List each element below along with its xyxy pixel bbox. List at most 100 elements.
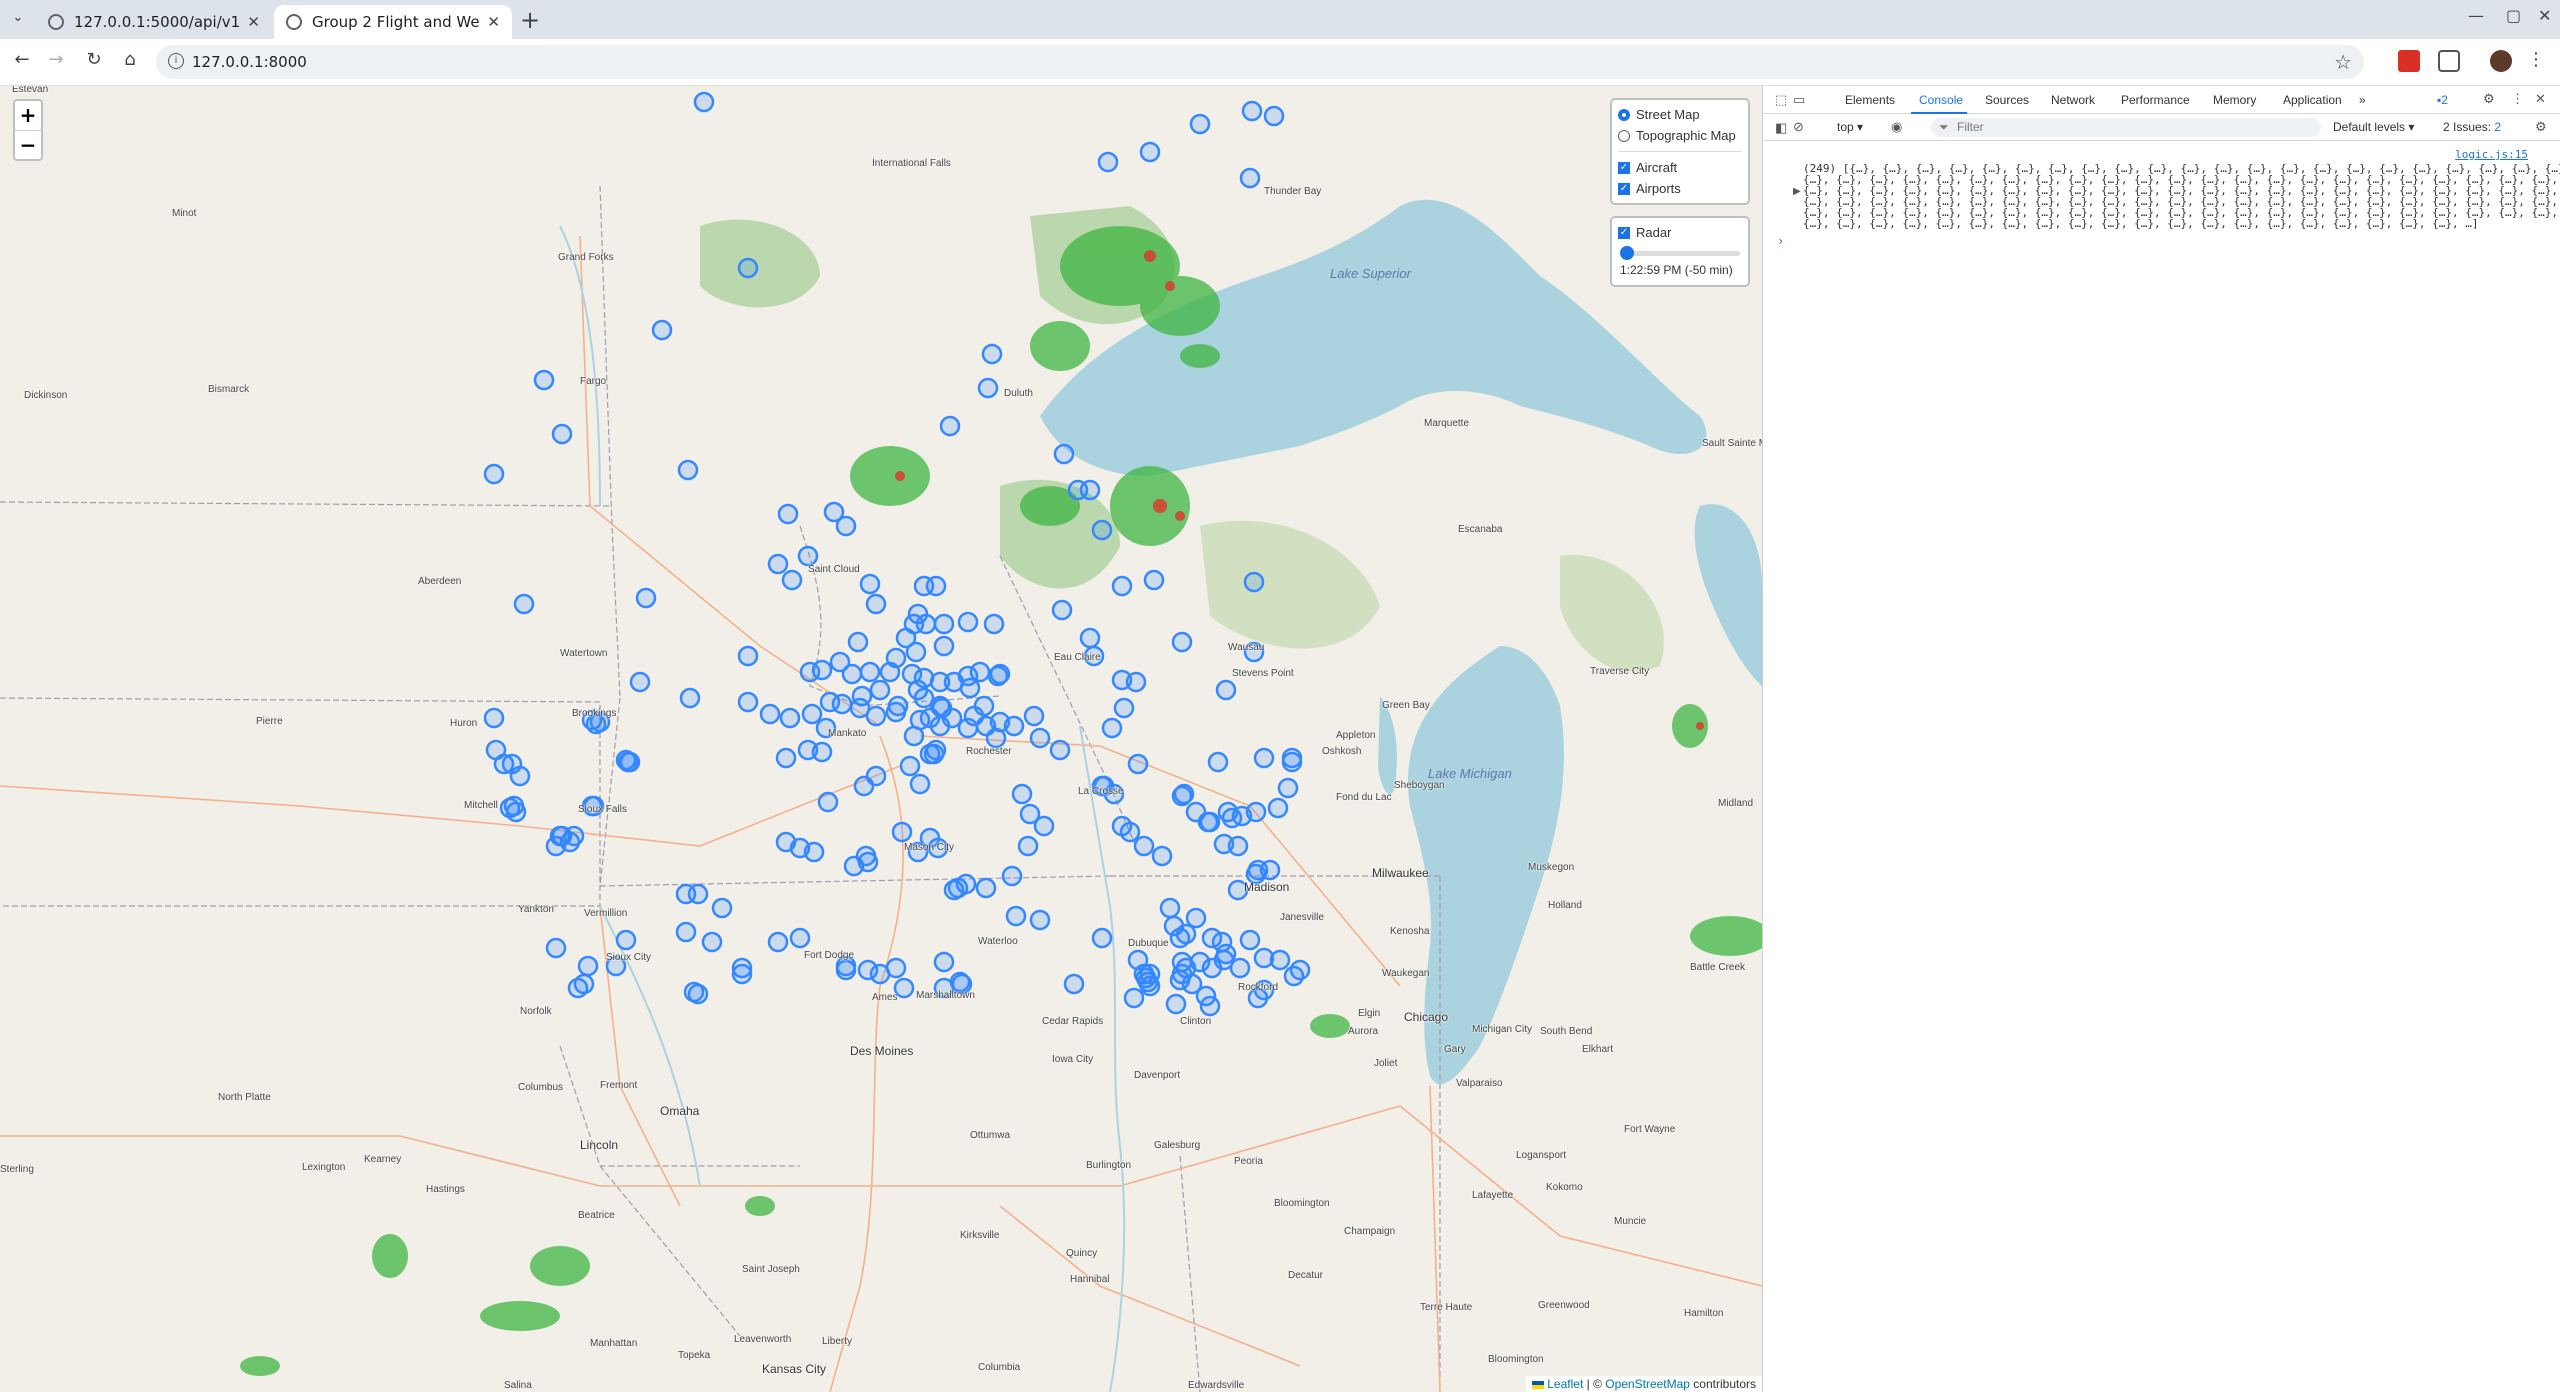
aircraft-marker[interactable]	[789, 927, 811, 949]
console-filter-input[interactable]: ⏷ Filter	[1931, 118, 2321, 137]
aircraft-marker[interactable]	[651, 319, 673, 341]
tab-console[interactable]: Console	[1919, 93, 1963, 107]
zoom-in-button[interactable]: +	[15, 101, 41, 130]
aircraft-marker[interactable]	[563, 825, 585, 847]
aircraft-marker[interactable]	[1245, 801, 1267, 823]
aircraft-marker[interactable]	[775, 747, 797, 769]
aircraft-marker[interactable]	[483, 707, 505, 729]
aircraft-marker[interactable]	[533, 369, 555, 391]
aircraft-marker[interactable]	[975, 877, 997, 899]
aircraft-marker[interactable]	[859, 661, 881, 683]
console-prompt[interactable]: ›	[1777, 234, 1784, 248]
aircraft-marker[interactable]	[1269, 949, 1291, 971]
new-tab-button[interactable]: +	[520, 6, 540, 34]
aircraft-marker[interactable]	[1091, 927, 1113, 949]
console-source-link[interactable]: logic.js:15	[2455, 148, 2528, 161]
aircraft-marker[interactable]	[923, 743, 945, 765]
aircraft-marker[interactable]	[1239, 929, 1261, 951]
tab-network[interactable]: Network	[2051, 93, 2095, 107]
aircraft-marker[interactable]	[767, 553, 789, 575]
aircraft-marker[interactable]	[737, 691, 759, 713]
aircraft-marker[interactable]	[737, 257, 759, 279]
aircraft-marker[interactable]	[551, 423, 573, 445]
aircraft-marker[interactable]	[1289, 959, 1311, 981]
aircraft-marker[interactable]	[679, 687, 701, 709]
aircraft-marker[interactable]	[817, 791, 839, 813]
profile-avatar[interactable]	[2490, 50, 2512, 72]
aircraft-marker[interactable]	[939, 415, 961, 437]
aircraft-marker[interactable]	[1003, 715, 1025, 737]
aircraft-marker[interactable]	[1151, 845, 1173, 867]
aircraft-marker[interactable]	[1199, 995, 1221, 1017]
close-devtools-icon[interactable]: ✕	[2535, 91, 2546, 107]
aircraft-marker[interactable]	[933, 613, 955, 635]
aircraft-marker[interactable]	[1125, 671, 1147, 693]
aircraft-marker[interactable]	[869, 963, 891, 985]
aircraft-marker[interactable]	[1159, 897, 1181, 919]
aircraft-marker[interactable]	[1079, 479, 1101, 501]
clear-console-icon[interactable]: ⊘	[1793, 119, 1804, 135]
aircraft-marker[interactable]	[929, 715, 951, 737]
aircraft-marker[interactable]	[1091, 519, 1113, 541]
aircraft-marker[interactable]	[1079, 627, 1101, 649]
bookmark-star-icon[interactable]: ☆	[2334, 50, 2352, 74]
aircraft-marker[interactable]	[483, 463, 505, 485]
aircraft-marker[interactable]	[1113, 697, 1135, 719]
issues-button[interactable]: 2 Issues: 2	[2443, 120, 2501, 134]
aircraft-marker[interactable]	[981, 343, 1003, 365]
aircraft-marker[interactable]	[841, 663, 863, 685]
aircraft-marker[interactable]	[619, 751, 641, 773]
close-tab-icon[interactable]: ✕	[487, 13, 500, 31]
aircraft-marker[interactable]	[759, 703, 781, 725]
zoom-out-button[interactable]: −	[15, 130, 41, 159]
devtools-menu-icon[interactable]: ⋮	[2511, 91, 2524, 107]
aircraft-marker[interactable]	[933, 635, 955, 657]
aircraft-marker[interactable]	[1097, 151, 1119, 173]
aircraft-marker[interactable]	[1119, 821, 1141, 843]
aircraft-marker[interactable]	[903, 725, 925, 747]
aircraft-marker[interactable]	[675, 921, 697, 943]
aircraft-marker[interactable]	[989, 663, 1011, 685]
aircraft-marker[interactable]	[777, 503, 799, 525]
aircraft-marker[interactable]	[853, 775, 875, 797]
aircraft-marker[interactable]	[955, 873, 977, 895]
radar-checkbox[interactable]: ✓	[1618, 226, 1630, 239]
aircraft-marker[interactable]	[1123, 987, 1145, 1009]
aircraft-marker[interactable]	[869, 679, 891, 701]
aircraft-marker[interactable]	[1229, 957, 1251, 979]
aircraft-marker[interactable]	[1281, 747, 1303, 769]
tab-api[interactable]: 127.0.0.1:5000/api/v1/m ✕	[36, 5, 272, 39]
aircraft-marker[interactable]	[1111, 575, 1133, 597]
live-expression-eye-icon[interactable]: ◉	[1891, 119, 1902, 135]
aircraft-marker[interactable]	[1277, 777, 1299, 799]
aircraft-marker[interactable]	[629, 671, 651, 693]
aircraft-marker[interactable]	[1011, 783, 1033, 805]
aircraft-marker[interactable]	[865, 705, 887, 727]
aircraft-marker[interactable]	[781, 569, 803, 591]
aircraft-marker[interactable]	[1197, 811, 1219, 833]
aircraft-marker[interactable]	[865, 593, 887, 615]
aircraft-marker[interactable]	[545, 835, 567, 857]
aircraft-marker[interactable]	[1033, 815, 1055, 837]
aircraft-marker[interactable]	[1023, 705, 1045, 727]
aircraft-marker[interactable]	[1139, 963, 1161, 985]
aircraft-marker[interactable]	[1239, 167, 1261, 189]
aircraft-marker[interactable]	[567, 977, 589, 999]
aircraft-marker[interactable]	[797, 545, 819, 567]
aircraft-marker[interactable]	[899, 755, 921, 777]
aircraft-marker[interactable]	[711, 897, 733, 919]
minimize-icon[interactable]: —	[2468, 6, 2484, 25]
aircraft-marker[interactable]	[985, 727, 1007, 749]
aircraft-marker[interactable]	[1189, 113, 1211, 135]
radar-time-slider[interactable]	[1620, 246, 1740, 260]
aircraft-marker[interactable]	[1053, 443, 1075, 465]
browser-menu-icon[interactable]: ⋮	[2524, 49, 2548, 70]
aircraft-marker[interactable]	[687, 983, 709, 1005]
tab-memory[interactable]: Memory	[2213, 93, 2256, 107]
aircraft-marker[interactable]	[1259, 859, 1281, 881]
home-button[interactable]: ⌂	[118, 49, 142, 70]
device-toolbar-icon[interactable]: ▭	[1793, 92, 1805, 108]
aircraft-marker[interactable]	[499, 797, 521, 819]
address-bar[interactable]: i 127.0.0.1:8000 ☆	[156, 45, 2364, 79]
aircraft-marker[interactable]	[1207, 751, 1229, 773]
